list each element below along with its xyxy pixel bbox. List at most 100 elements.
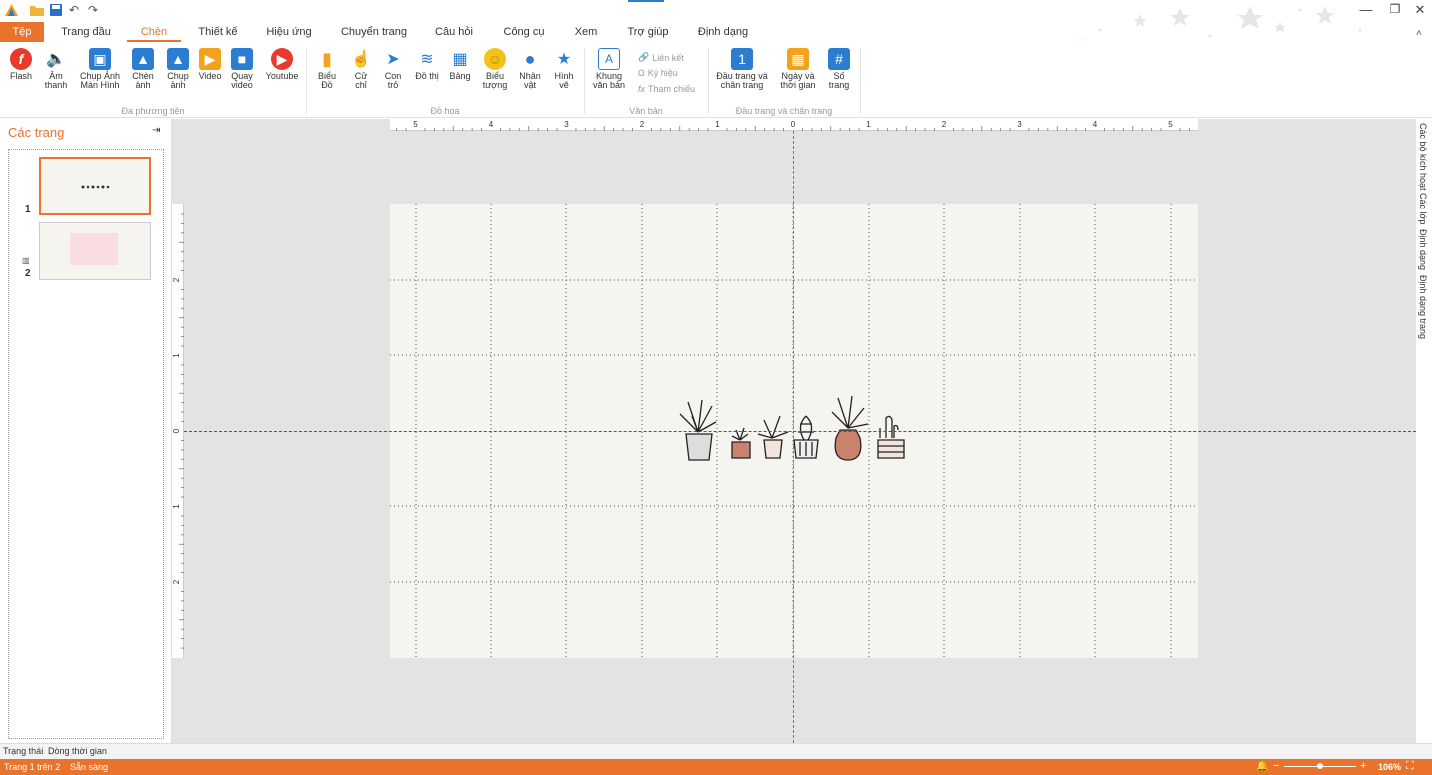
group-separator: [306, 48, 307, 114]
v-ruler-label: 2: [172, 579, 181, 584]
layers-tab[interactable]: Các lớp: [1418, 193, 1428, 224]
timeline-tab[interactable]: Dòng thời gian: [48, 746, 107, 756]
page-thumbnail-1[interactable]: [39, 157, 151, 215]
h-ruler-label: 5: [413, 120, 418, 129]
page-number-button[interactable]: # Số trang: [826, 48, 852, 90]
notification-bell-icon[interactable]: 🔔: [1256, 761, 1268, 772]
insert-image-button[interactable]: ▲ Chèn ảnh: [128, 48, 158, 90]
graph-button[interactable]: ≋ Đồ thị: [414, 48, 440, 81]
gesture-button[interactable]: ☝ Cử chỉ: [348, 48, 374, 90]
page-number-icon: #: [828, 48, 850, 70]
reference-button[interactable]: fx Tham chiếu: [638, 84, 695, 94]
tab-design[interactable]: Thiết kế: [192, 22, 244, 42]
zoom-in-button[interactable]: +: [1360, 760, 1366, 772]
undo-icon[interactable]: ↶: [67, 3, 81, 17]
page-number-2: 2: [25, 268, 31, 279]
h-ruler-label: 4: [489, 120, 494, 129]
flash-icon: f: [10, 48, 32, 70]
h-ruler-label: 0: [791, 120, 796, 129]
tab-format[interactable]: Định dạng: [690, 22, 756, 42]
screenshot-icon: ▣: [89, 48, 111, 70]
record-video-button[interactable]: ■ Quay video: [228, 48, 256, 90]
page-timeline-icon: ▥: [22, 256, 30, 265]
v-ruler-label: 2: [172, 277, 181, 282]
emoji-button[interactable]: ☺ Biểu tượng: [478, 48, 512, 90]
shape-button[interactable]: ★ Hình vẽ: [550, 48, 578, 90]
zoom-out-button[interactable]: −: [1273, 760, 1279, 772]
save-icon[interactable]: [49, 3, 63, 17]
video-button[interactable]: ▶ Video: [196, 48, 224, 81]
title-bar: ↶ ↷ — ❐ ✕: [0, 0, 1432, 42]
header-footer-button[interactable]: 1 Đầu trang và chân trang: [714, 48, 770, 90]
triggers-tab[interactable]: Các bộ kích hoạt: [1418, 123, 1428, 191]
symbol-button[interactable]: Ω Ký hiệu: [638, 68, 678, 78]
pin-icon[interactable]: ⇥: [152, 125, 160, 136]
vertical-center-guide: [793, 131, 794, 743]
right-side-panel: Các bộ kích hoạt Các lớp Định dạng Định …: [1416, 119, 1432, 743]
redo-icon[interactable]: ↷: [86, 3, 100, 17]
tab-tools[interactable]: Công cụ: [496, 22, 552, 42]
datetime-button[interactable]: ▦ Ngày và thời gian: [776, 48, 820, 90]
h-ruler-label: 5: [1168, 120, 1173, 129]
collapse-ribbon-icon[interactable]: ˄: [1416, 28, 1422, 39]
pink-thumbnail-image: [70, 233, 118, 265]
tab-file[interactable]: Tệp: [0, 22, 44, 42]
table-button[interactable]: ▦ Bảng: [446, 48, 474, 81]
audio-button[interactable]: 🔈 Âm thanh: [40, 48, 72, 90]
tab-home[interactable]: Trang đầu: [56, 22, 116, 42]
person-icon: ●: [524, 48, 536, 69]
image-icon: ▲: [132, 48, 154, 70]
tab-insert[interactable]: Chèn: [127, 22, 181, 42]
tab-effects[interactable]: Hiệu ứng: [258, 22, 320, 42]
page-format-tab[interactable]: Định dạng trang: [1418, 275, 1428, 339]
screenshot-button[interactable]: ▣ Chụp Ảnh Màn Hình: [76, 48, 124, 90]
title-accent-bar: [628, 0, 664, 2]
horizontal-center-guide: [184, 431, 1416, 432]
page-number-1: 1: [25, 204, 31, 215]
zoom-slider-thumb[interactable]: [1317, 763, 1323, 769]
fit-screen-icon[interactable]: ⛶: [1406, 760, 1414, 773]
bar-chart-icon: ▮: [322, 48, 332, 69]
open-folder-icon[interactable]: [30, 3, 44, 17]
link-button[interactable]: 🔗 Liên kết: [638, 52, 684, 63]
tab-help[interactable]: Trợ giúp: [620, 22, 676, 42]
ribbon-tabs: Tệp Trang đầu Chèn Thiết kế Hiệu ứng Chu…: [0, 22, 1432, 42]
flash-button[interactable]: f Flash: [6, 48, 36, 81]
textbox-icon: A: [598, 48, 620, 70]
capture-image-button[interactable]: ▲ Chụp ảnh: [163, 48, 193, 90]
video-icon: ▶: [199, 48, 221, 70]
tab-transitions[interactable]: Chuyển trang: [334, 22, 414, 42]
potted-plants-image[interactable]: [672, 394, 920, 464]
h-ruler-label: 3: [564, 120, 569, 129]
format-tab[interactable]: Định dạng: [1418, 229, 1428, 270]
v-ruler-label: 0: [172, 428, 181, 433]
chart-button[interactable]: ▮ Biểu Đồ: [314, 48, 340, 90]
status-tab[interactable]: Trạng thái: [3, 746, 43, 756]
group-separator: [708, 48, 709, 114]
page-info: Trang 1 trên 2: [4, 762, 61, 772]
page-thumbnail-2[interactable]: [39, 222, 151, 280]
textbox-button[interactable]: A Khung văn bản: [590, 48, 628, 90]
minimize-icon[interactable]: —: [1356, 2, 1376, 17]
tab-questions[interactable]: Câu hỏi: [426, 22, 482, 42]
fx-icon: fx: [638, 84, 646, 94]
h-ruler-label: 2: [640, 120, 645, 129]
h-ruler-label: 1: [715, 120, 720, 129]
youtube-button[interactable]: ▶ Youtube: [264, 48, 300, 81]
pages-panel: Các trang ⇥ 1 ▥ 2: [0, 119, 172, 743]
app-logo-icon: [4, 3, 18, 17]
tab-view[interactable]: Xem: [566, 22, 606, 42]
pointer-button[interactable]: ➤ Con trỏ: [380, 48, 406, 90]
video-camera-icon: ■: [231, 48, 253, 70]
v-ruler-label: 1: [172, 504, 181, 509]
omega-icon: Ω: [638, 68, 645, 78]
character-button[interactable]: ● Nhân vật: [516, 48, 544, 90]
restore-icon[interactable]: ❐: [1385, 2, 1405, 16]
graph-icon: ≋: [420, 50, 434, 68]
bottom-tabs-bar: Trạng thái Dòng thời gian: [0, 743, 1432, 759]
close-icon[interactable]: ✕: [1410, 2, 1430, 18]
zoom-level: 106%: [1378, 762, 1402, 772]
link-icon: 🔗: [638, 52, 650, 62]
graphics-group-label: Đồ họa: [430, 106, 460, 116]
calendar-clock-icon: ▦: [787, 48, 809, 70]
